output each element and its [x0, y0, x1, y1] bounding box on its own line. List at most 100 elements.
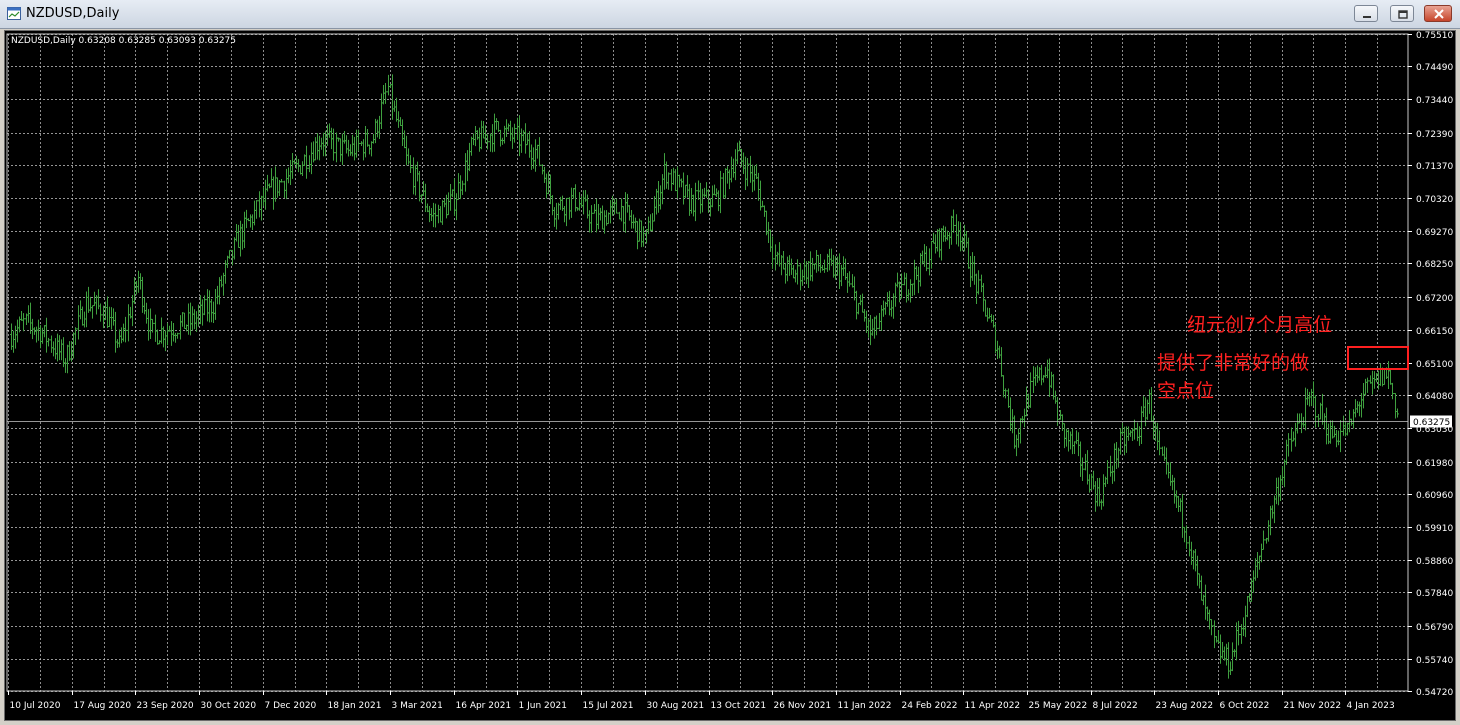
ohlc-bar: [990, 314, 993, 323]
ohlc-bar: [684, 184, 687, 199]
restore-button[interactable]: [1390, 5, 1414, 22]
ohlc-bar: [888, 290, 891, 316]
ohlc-bar: [120, 327, 123, 344]
ohlc-bar: [91, 305, 94, 319]
ohlc-bar: [143, 297, 146, 315]
ohlc-bar: [701, 188, 704, 213]
ohlc-bar: [782, 250, 785, 270]
ohlc-bar: [149, 308, 152, 339]
close-button[interactable]: [1424, 5, 1452, 22]
ohlc-bar: [801, 269, 804, 286]
ohlc-bar: [278, 180, 281, 196]
ohlc-bar: [905, 273, 908, 303]
ohlc-bar: [22, 313, 25, 332]
ohlc-bar: [1009, 397, 1012, 431]
ohlc-bar: [1371, 370, 1374, 395]
ohlc-bar: [638, 218, 641, 242]
annotation-text: 纽元创7个月高位: [1187, 314, 1332, 336]
ohlc-bar: [47, 337, 50, 347]
ohlc-bar: [977, 270, 980, 295]
ohlc-bar: [335, 132, 338, 163]
ohlc-bar: [35, 326, 38, 343]
title-bar[interactable]: NZDUSD,Daily: [0, 0, 1460, 29]
ohlc-bar: [1233, 649, 1236, 657]
ohlc-bar: [1258, 555, 1261, 570]
ohlc-bar: [672, 167, 675, 185]
ohlc-bar: [896, 272, 899, 288]
ohlc-bar: [391, 74, 394, 120]
ohlc-bar: [1227, 642, 1230, 679]
ohlc-bar: [713, 184, 716, 196]
ohlc-bar: [603, 210, 606, 234]
ohlc-bar: [210, 298, 213, 323]
y-tick-label: 0.72390: [1416, 130, 1453, 140]
ohlc-bar: [667, 172, 670, 190]
ohlc-bar: [77, 305, 80, 340]
ohlc-bar: [1013, 415, 1016, 449]
ohlc-bar: [649, 214, 652, 232]
ohlc-bar: [218, 277, 221, 305]
ohlc-bar: [443, 198, 446, 208]
y-tick-label: 0.73440: [1416, 96, 1453, 106]
ohlc-bar: [655, 188, 658, 215]
ohlc-bar: [595, 198, 598, 233]
ohlc-bar: [491, 124, 494, 153]
ohlc-bar: [328, 123, 331, 138]
ohlc-bar: [1069, 431, 1072, 450]
ohlc-bar: [99, 303, 102, 322]
ohlc-bar: [1325, 407, 1328, 445]
ohlc-bar: [58, 335, 61, 361]
ohlc-bar: [628, 205, 631, 221]
minimize-button[interactable]: [1354, 5, 1378, 22]
chart-area[interactable]: 0.75510 0.74490 0.73440 0.72390 0.71370 0.703…: [4, 30, 1456, 721]
y-tick-label: 0.69270: [1416, 228, 1453, 238]
ohlc-bar: [353, 136, 356, 161]
ohlc-bar: [722, 173, 725, 199]
ohlc-bar: [39, 325, 42, 349]
ohlc-bar: [607, 212, 610, 225]
ohlc-bar: [464, 153, 467, 192]
ohlc-bar: [285, 168, 288, 200]
ohlc-bar: [372, 134, 375, 144]
ohlc-bar: [147, 309, 150, 341]
ohlc-bar: [274, 166, 277, 202]
ohlc-bar: [56, 333, 59, 362]
ohlc-bar: [87, 286, 90, 313]
ohlc-bar: [855, 290, 858, 320]
ohlc-bar: [50, 335, 53, 353]
chart-window: NZDUSD,Daily 0.75510 0.74490 0.73440 0.7239…: [0, 0, 1460, 725]
ohlc-bar: [528, 131, 531, 158]
ohlc-bar: [1290, 427, 1293, 452]
ohlc-bar: [85, 291, 88, 328]
ohlc-bar: [195, 311, 198, 332]
y-tick-label: 0.71370: [1416, 162, 1453, 172]
ohlc-bar: [1019, 418, 1022, 444]
ohlc-bar: [746, 157, 749, 187]
x-tick-label: 16 Apr 2021: [456, 701, 512, 711]
ohlc-bar: [769, 229, 772, 252]
ohlc-bar: [759, 180, 762, 211]
ohlc-bar: [1333, 425, 1336, 438]
ohlc-bar: [74, 327, 77, 345]
ohlc-bar: [597, 204, 600, 230]
ohlc-bar: [347, 139, 350, 157]
y-tick-label: 0.66150: [1416, 327, 1453, 337]
ohlc-bar: [222, 272, 225, 296]
ohlc-bar: [1229, 661, 1232, 675]
ohlc-bar: [1254, 558, 1257, 581]
ohlc-bar: [305, 145, 308, 179]
ohlc-bar: [83, 311, 86, 328]
ohlc-bar: [124, 316, 127, 343]
x-tick-label: 11 Apr 2022: [965, 701, 1021, 711]
ohlc-bar: [948, 232, 951, 249]
ohlc-bar: [832, 254, 835, 278]
ohlc-bar: [1256, 551, 1259, 578]
ohlc-bar: [1000, 347, 1003, 377]
ohlc-bar: [555, 202, 558, 230]
y-tick-label: 0.58860: [1416, 557, 1453, 567]
ohlc-bar: [154, 314, 157, 342]
annotation-text: 提供了非常好的做: [1157, 352, 1309, 374]
price-chart[interactable]: 0.75510 0.74490 0.73440 0.72390 0.71370 0.703…: [5, 31, 1455, 720]
ohlc-bar: [1287, 433, 1290, 457]
ohlc-bar: [1335, 430, 1338, 448]
